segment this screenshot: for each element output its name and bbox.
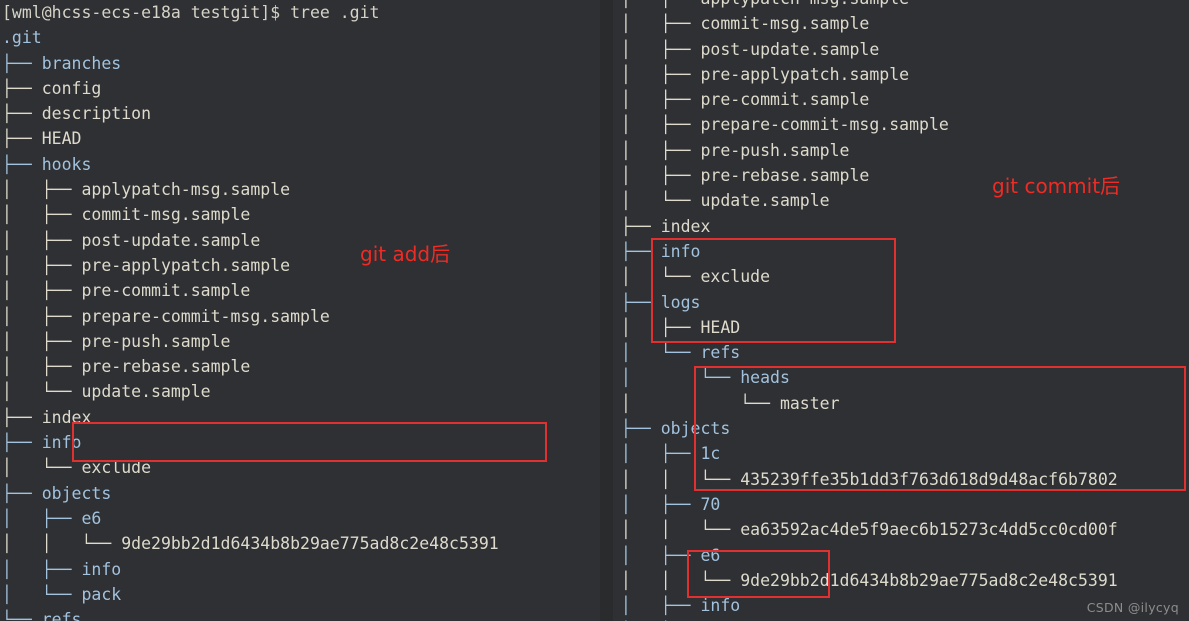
right-tree-line-4: │ ├── pre-commit.sample bbox=[621, 90, 870, 110]
left-tree-line-9: │ ├── post-update.sample bbox=[2, 230, 261, 250]
right-tree-line-22: │ ├── e6 bbox=[621, 545, 721, 565]
right-tree-line-1: │ ├── commit-msg.sample bbox=[621, 14, 870, 34]
left-tree-line-17: ├── info bbox=[2, 433, 82, 453]
left-tree-line-3: ├── config bbox=[2, 78, 102, 98]
left-tree-line-0: [wml@hcss-ecs-e18a testgit]$ tree .git bbox=[2, 3, 380, 22]
left-tree-line-24: └── refs bbox=[2, 610, 82, 621]
left-tree-line-7: │ ├── applypatch-msg.sample bbox=[2, 180, 291, 200]
right-tree-line-6: │ ├── pre-push.sample bbox=[621, 140, 850, 160]
right-tree-line-18: │ ├── 1c bbox=[621, 444, 721, 464]
left-tree-line-11: │ ├── pre-commit.sample bbox=[2, 281, 251, 301]
right-tree-line-10: ├── info bbox=[621, 241, 701, 261]
right-tree-output: │ ├── applypatch-msg.sample │ ├── commit-… bbox=[613, 0, 1118, 621]
left-tree-line-16: ├── index bbox=[2, 407, 92, 427]
left-tree-line-14: │ ├── pre-rebase.sample bbox=[2, 357, 251, 377]
left-tree-line-23: │ └── pack bbox=[2, 584, 122, 604]
left-tree-line-6: ├── hooks bbox=[2, 154, 92, 174]
right-tree-line-23: │ │ └── 9de29bb2d1d6434b8b29ae775ad8c2e4… bbox=[621, 570, 1118, 590]
panel-divider bbox=[600, 0, 613, 621]
right-tree-line-0: │ ├── applypatch-msg.sample bbox=[621, 0, 1118, 11]
left-tree-line-4: ├── description bbox=[2, 104, 152, 124]
right-tree-line-16: │ └── master bbox=[621, 393, 840, 413]
left-annotation-git-add: git add后 bbox=[360, 242, 451, 266]
right-tree-line-9: ├── index bbox=[621, 216, 711, 236]
left-tree-line-10: │ ├── pre-applypatch.sample bbox=[2, 255, 291, 275]
right-tree-line-24: │ ├── info bbox=[621, 596, 741, 616]
left-tree-line-12: │ ├── prepare-commit-msg.sample bbox=[2, 306, 330, 326]
right-annotation-git-commit: git commit后 bbox=[992, 174, 1121, 198]
right-tree-line-11: │ └── exclude bbox=[621, 267, 771, 287]
right-tree-line-15: │ └── heads bbox=[621, 368, 790, 388]
right-tree-line-3: │ ├── pre-applypatch.sample bbox=[621, 64, 910, 84]
right-tree-line-19: │ │ └── 435239ffe35b1dd3f763d618d9d48acf… bbox=[621, 469, 1118, 489]
right-tree-line-12: ├── logs bbox=[621, 292, 701, 312]
csdn-watermark: CSDN @ilycyq bbox=[1086, 600, 1179, 615]
left-tree-line-8: │ ├── commit-msg.sample bbox=[2, 205, 251, 225]
terminal-screenshot: [wml@hcss-ecs-e18a testgit]$ tree .git .g… bbox=[0, 0, 1189, 621]
left-tree-line-5: ├── HEAD bbox=[2, 129, 82, 149]
right-tree-line-2: │ ├── post-update.sample bbox=[621, 39, 880, 59]
right-terminal-panel: │ ├── applypatch-msg.sample │ ├── commit-… bbox=[613, 0, 1189, 621]
left-tree-line-19: ├── objects bbox=[2, 483, 112, 503]
right-tree-line-21: │ │ └── ea63592ac4de5f9aec6b15273c4dd5cc… bbox=[621, 520, 1118, 540]
right-tree-line-17: ├── objects bbox=[621, 419, 731, 439]
left-tree-line-15: │ └── update.sample bbox=[2, 382, 211, 402]
right-tree-line-5: │ ├── prepare-commit-msg.sample bbox=[621, 115, 949, 135]
left-tree-output: [wml@hcss-ecs-e18a testgit]$ tree .git .g… bbox=[0, 0, 532, 621]
left-tree-line-13: │ ├── pre-push.sample bbox=[2, 331, 231, 351]
left-tree-line-18: │ └── exclude bbox=[2, 458, 152, 478]
left-tree-line-20: │ ├── e6 bbox=[2, 508, 102, 528]
left-tree-line-2: ├── branches bbox=[2, 53, 122, 73]
left-tree-line-22: │ ├── info bbox=[2, 559, 122, 579]
right-tree-line-13: │ ├── HEAD bbox=[621, 317, 741, 337]
left-tree-line-21: │ │ └── 9de29bb2d1d6434b8b29ae775ad8c2e4… bbox=[2, 534, 499, 554]
left-tree-line-1: .git bbox=[2, 28, 42, 48]
right-tree-line-20: │ ├── 70 bbox=[621, 494, 721, 514]
left-terminal-panel: [wml@hcss-ecs-e18a testgit]$ tree .git .g… bbox=[0, 0, 600, 621]
right-tree-line-14: │ └── refs bbox=[621, 343, 741, 363]
